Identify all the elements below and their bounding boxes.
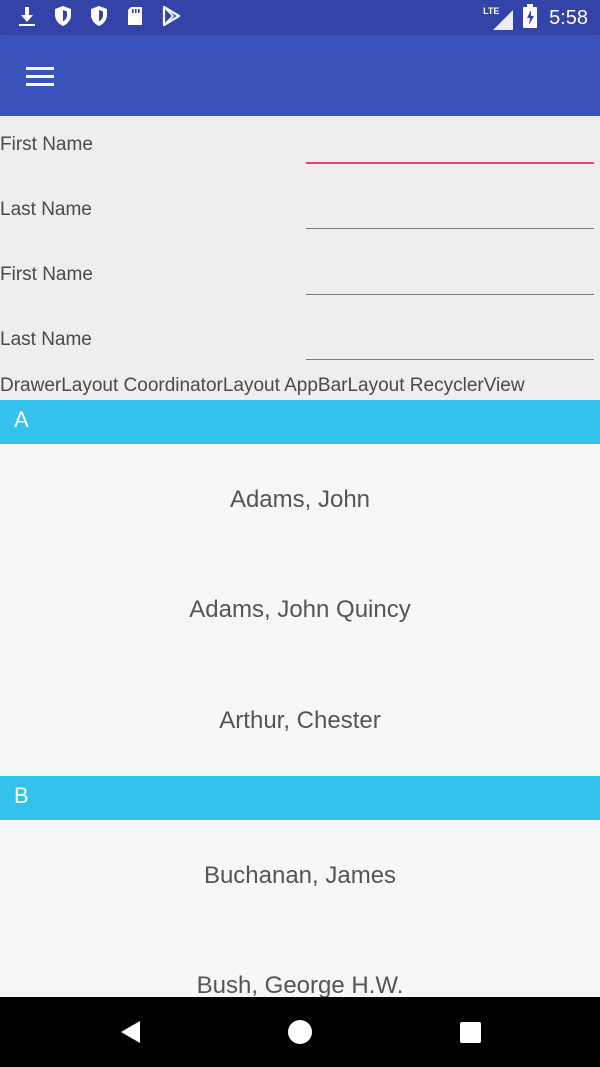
back-button[interactable] [116, 1017, 146, 1047]
menu-button[interactable] [16, 55, 64, 97]
hamburger-menu-icon [26, 67, 54, 86]
name-form: First Name Last Name First Name Last Nam… [0, 116, 600, 400]
form-row-last-name-1: Last Name [0, 181, 600, 246]
president-list[interactable]: A Adams, John Adams, John Quincy Arthur,… [0, 400, 600, 997]
first-name-label: First Name [0, 264, 93, 285]
list-item-label: Adams, John [229, 486, 371, 513]
list-item[interactable]: Adams, John Quincy [0, 554, 600, 664]
list-item[interactable]: Buchanan, James [0, 820, 600, 930]
list-item[interactable]: Arthur, Chester [0, 665, 600, 775]
status-bar: LTE 5:58 [0, 0, 600, 35]
section-header-a: A [0, 400, 600, 444]
clock: 5:58 [549, 7, 588, 29]
last-name-label: Last Name [0, 199, 92, 220]
home-icon [288, 1020, 312, 1044]
list-item-label: Adams, John Quincy [189, 596, 411, 623]
list-item-label: Arthur, Chester [219, 707, 381, 734]
back-icon [121, 1021, 140, 1043]
form-row-first-name-1: First Name [0, 116, 600, 181]
last-name-input[interactable] [306, 329, 594, 360]
list-item-label: Bush, George H.W. [196, 972, 404, 997]
list-item[interactable]: Adams, John [0, 444, 600, 554]
sd-card-icon [124, 5, 146, 27]
app-bar [0, 35, 600, 116]
shield-icon [88, 5, 110, 27]
download-icon [16, 5, 38, 27]
list-item[interactable]: Bush, George H.W. [0, 930, 600, 997]
notification-icons [16, 5, 182, 27]
battery-icon [523, 4, 538, 33]
form-row-first-name-2: First Name [0, 247, 600, 312]
shield-icon [52, 5, 74, 27]
last-name-input[interactable] [306, 198, 594, 229]
layout-caption: DrawerLayout CoordinatorLayout AppBarLay… [0, 375, 525, 396]
list-item-label: Buchanan, James [203, 862, 397, 889]
last-name-label: Last Name [0, 329, 92, 350]
section-letter: A [14, 407, 29, 432]
system-status: LTE 5:58 [483, 4, 588, 33]
recents-icon [460, 1022, 481, 1043]
home-button[interactable] [285, 1017, 315, 1047]
first-name-input[interactable] [306, 264, 594, 295]
first-name-label: First Name [0, 134, 93, 155]
section-letter: B [14, 783, 29, 808]
section-header-b: B [0, 776, 600, 820]
signal-icon: LTE [483, 6, 515, 32]
navigation-bar [0, 997, 600, 1067]
form-row-last-name-2: Last Name [0, 312, 600, 377]
play-store-icon [160, 5, 182, 27]
first-name-input[interactable] [306, 132, 594, 164]
recents-button[interactable] [455, 1017, 485, 1047]
